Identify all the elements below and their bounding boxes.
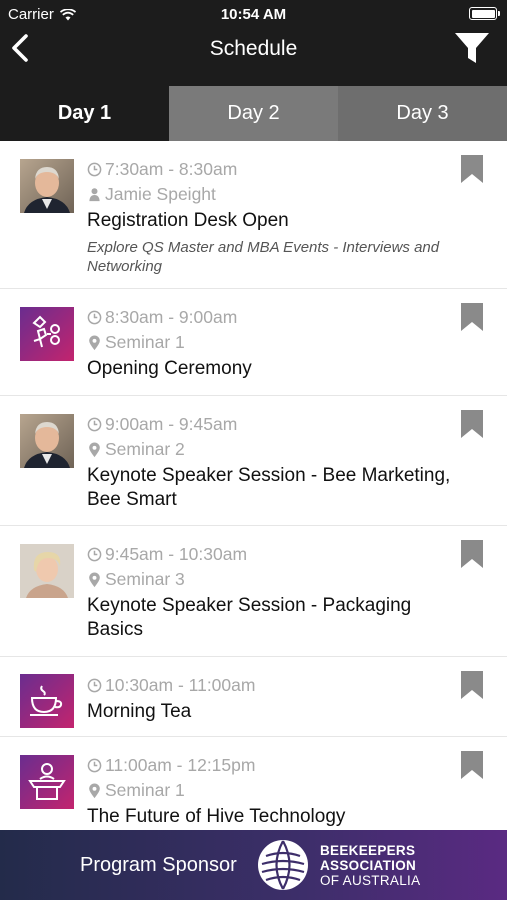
bookmark-icon[interactable] (461, 155, 483, 183)
tab-day-3[interactable]: Day 3 (338, 86, 507, 141)
location-pin-icon (89, 571, 100, 587)
session-time: 8:30am - 9:00am (105, 307, 238, 327)
session-time: 9:45am - 10:30am (105, 544, 248, 564)
speaker-photo (20, 414, 74, 468)
speaker-photo (20, 159, 74, 213)
session-item[interactable]: 7:30am - 8:30am Jamie Speight Registrati… (0, 141, 507, 289)
session-time: 10:30am - 11:00am (105, 675, 256, 695)
filter-icon[interactable] (453, 30, 491, 66)
clock-icon (87, 678, 102, 693)
location-pin-icon (89, 334, 100, 350)
person-icon (89, 188, 100, 202)
podium-thumb (20, 755, 74, 809)
session-description: Explore QS Master and MBA Events - Inter… (87, 239, 440, 275)
location-pin-icon (89, 782, 100, 798)
session-item[interactable]: 9:45am - 10:30am Seminar 3 Keynote Speak… (0, 526, 507, 657)
session-time: 11:00am - 12:15pm (105, 755, 256, 775)
bookmark-icon[interactable] (461, 751, 483, 779)
session-title: The Future of Hive Technology (87, 806, 346, 827)
session-location: Seminar 1 (105, 332, 185, 352)
session-speaker: Jamie Speight (105, 184, 216, 204)
sponsor-org-line3: OF AUSTRALIA (320, 873, 421, 888)
session-title: Morning Tea (87, 701, 192, 722)
speaker-photo (20, 544, 74, 598)
sponsor-org-name: BEEKEEPERS ASSOCIATION OF AUSTRALIA (320, 843, 420, 888)
session-location: Seminar 1 (105, 780, 185, 800)
bookmark-icon[interactable] (461, 303, 483, 331)
clock-icon (87, 310, 102, 325)
session-title: Keynote Speaker Session - Bee Marketing,… (87, 465, 451, 510)
bookmark-icon[interactable] (461, 671, 483, 699)
tab-day-1[interactable]: Day 1 (0, 86, 169, 141)
location-pin-icon (89, 441, 100, 457)
sponsor-org-line1: BEEKEEPERS (320, 843, 416, 858)
session-item[interactable]: 9:00am - 9:45am Seminar 2 Keynote Speake… (0, 396, 507, 526)
session-location: Seminar 3 (105, 569, 185, 589)
sponsor-org-line2: ASSOCIATION (320, 858, 417, 873)
sponsor-banner[interactable]: Program Sponsor BEEKEEPERS ASSOCIATION O… (0, 830, 507, 900)
session-item[interactable]: 11:00am - 12:15pm Seminar 1 The Future o… (0, 737, 507, 830)
tab-day-2[interactable]: Day 2 (169, 86, 338, 141)
bookmark-icon[interactable] (461, 540, 483, 568)
clock-icon (87, 162, 102, 177)
clock-icon (87, 547, 102, 562)
session-title: Keynote Speaker Session - Packaging Basi… (87, 595, 412, 640)
bookmark-icon[interactable] (461, 410, 483, 438)
status-bar: Carrier 10:54 AM (0, 0, 507, 28)
morning-tea-thumb (20, 674, 74, 728)
session-time: 9:00am - 9:45am (105, 414, 238, 434)
session-title: Opening Ceremony (87, 358, 252, 379)
session-location: Seminar 2 (105, 439, 185, 459)
day-tabs: Day 1 Day 2 Day 3 (0, 86, 507, 141)
clock-icon (87, 417, 102, 432)
battery-icon (469, 7, 500, 20)
nav-bar: Schedule (0, 28, 507, 86)
page-title: Schedule (209, 37, 298, 60)
session-title: Registration Desk Open (87, 210, 289, 231)
beekeepers-globe-logo-icon (258, 840, 308, 890)
sponsor-label: Program Sponsor (80, 854, 237, 876)
ceremony-thumb (20, 307, 74, 361)
session-list: 7:30am - 8:30am Jamie Speight Registrati… (0, 141, 507, 830)
session-item[interactable]: 10:30am - 11:00am Morning Tea (0, 657, 507, 737)
session-time: 7:30am - 8:30am (105, 159, 238, 179)
clock-icon (87, 758, 102, 773)
clock: 10:54 AM (220, 6, 287, 23)
session-item[interactable]: 8:30am - 9:00am Seminar 1 Opening Ceremo… (0, 289, 507, 396)
